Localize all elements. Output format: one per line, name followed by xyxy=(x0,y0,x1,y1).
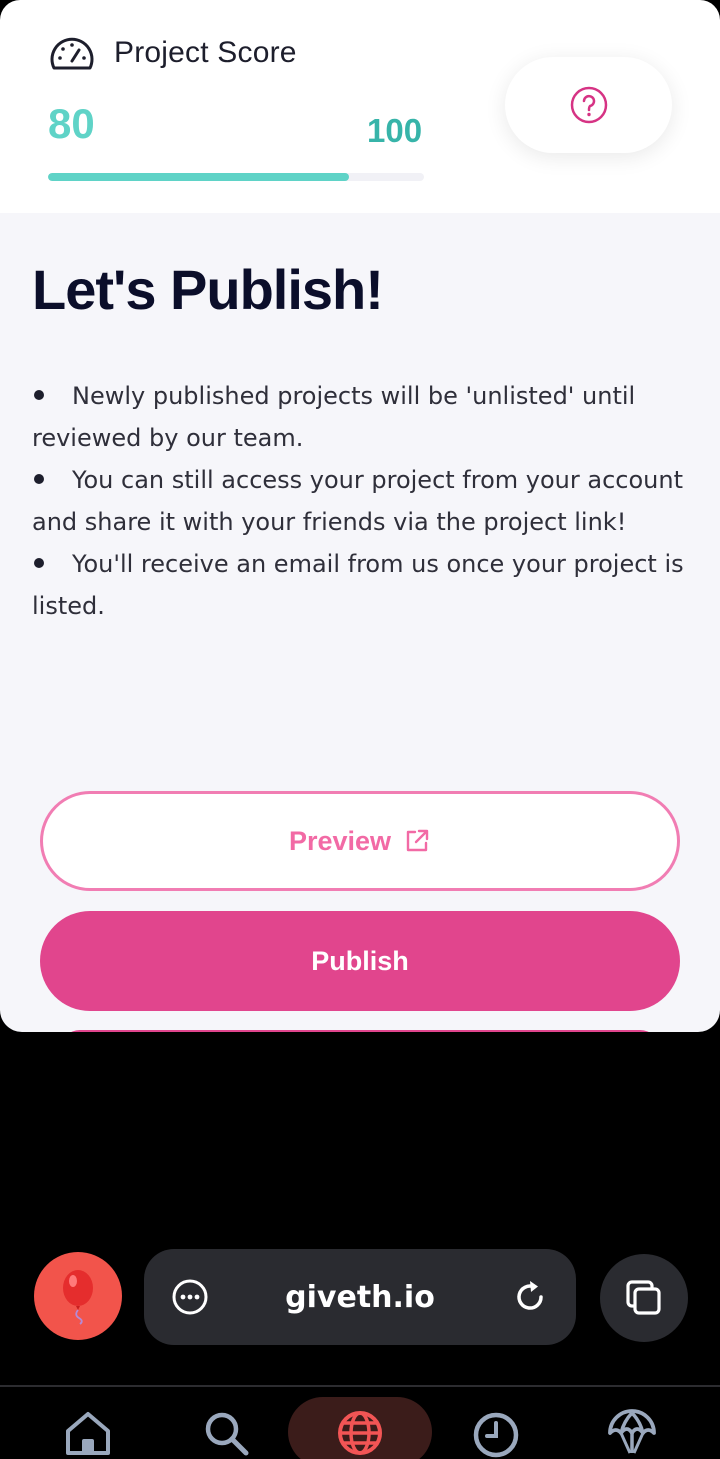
search-icon[interactable] xyxy=(200,1407,252,1459)
info-list-item: You can still access your project from y… xyxy=(32,466,683,536)
bullet-icon xyxy=(34,558,44,568)
score-progress-bar xyxy=(48,173,424,181)
address-bar[interactable]: giveth.io xyxy=(144,1249,576,1345)
page-title: Let's Publish! xyxy=(32,258,384,321)
project-score-card: Project Score 80 100 xyxy=(0,0,720,213)
external-link-icon xyxy=(406,829,429,852)
reload-icon[interactable] xyxy=(510,1277,550,1317)
balloon-icon xyxy=(63,1270,93,1325)
score-header: Project Score xyxy=(48,34,297,72)
home-icon[interactable] xyxy=(62,1407,114,1459)
question-icon xyxy=(570,86,607,124)
help-button[interactable] xyxy=(505,57,672,153)
preview-label: Preview xyxy=(288,825,392,856)
score-progress-fill xyxy=(48,173,349,181)
globe-icon[interactable] xyxy=(334,1407,386,1459)
publish-button[interactable]: Publish xyxy=(40,911,680,1011)
publish-panel: Let's Publish! Newly published projects … xyxy=(0,213,720,1032)
preview-button[interactable]: Preview xyxy=(40,791,680,891)
bullet-icon xyxy=(34,390,44,400)
tabs-icon xyxy=(626,1280,661,1315)
tabs-button[interactable] xyxy=(600,1254,688,1342)
publish-label: Publish xyxy=(311,945,409,976)
info-list-item: You'll receive an email from us once you… xyxy=(32,550,684,620)
gauge-icon xyxy=(50,37,94,70)
history-icon[interactable] xyxy=(470,1407,522,1459)
info-list-item: Newly published projects will be 'unlist… xyxy=(32,382,636,452)
info-list: Newly published projects will be 'unlist… xyxy=(32,375,692,627)
score-title: Project Score xyxy=(114,36,297,69)
balloon-button[interactable] xyxy=(34,1252,122,1340)
score-max: 100 xyxy=(367,112,423,149)
next-button-edge xyxy=(60,1030,660,1032)
score-value: 80 xyxy=(48,100,95,147)
bullet-icon xyxy=(34,474,44,484)
nav-divider xyxy=(0,1385,720,1387)
airdrop-icon[interactable] xyxy=(606,1407,658,1459)
